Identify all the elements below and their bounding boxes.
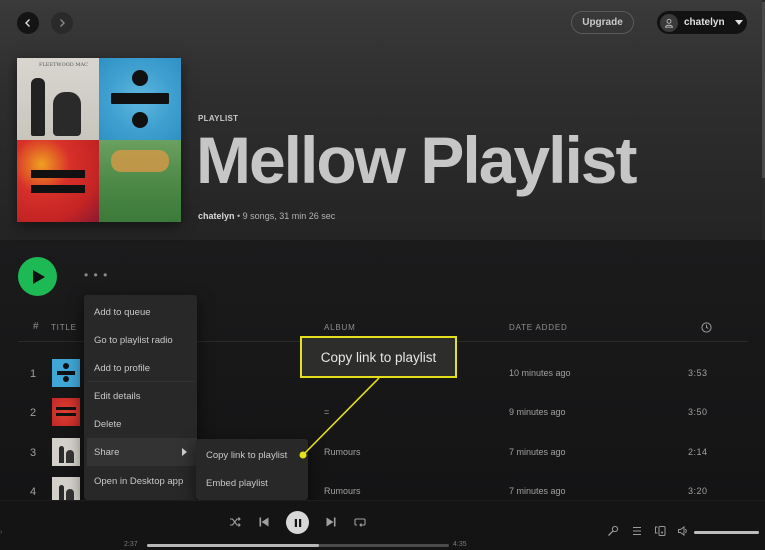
menu-item-delete[interactable]: Delete [84,410,197,438]
track-duration: 3:20 [688,486,708,496]
playlist-type-label: PLAYLIST [198,114,239,123]
back-button[interactable] [17,12,39,34]
menu-item-add-to-queue[interactable]: Add to queue [84,298,197,326]
now-playing-edge: › [0,529,3,536]
shuffle-icon [230,517,241,527]
track-date-added: 7 minutes ago [509,486,566,496]
track-album[interactable]: Rumours [324,447,361,457]
menu-item-open-in-desktop-app[interactable]: Open in Desktop app [84,467,197,495]
track-album-art [52,438,80,466]
playlist-meta: chatelyn • 9 songs, 31 min 26 sec [198,211,335,221]
track-number: 3 [30,447,37,459]
menu-item-go-to-playlist-radio[interactable]: Go to playlist radio [84,326,197,354]
caret-down-icon [734,20,743,25]
playlist-cover-art: FLEETWOOD MAC [17,58,181,222]
more-options-button[interactable]: • • • [84,268,108,282]
smiley-smile-title-art [111,150,169,172]
track-album[interactable]: Rumours [324,486,361,496]
track-album-art [52,398,80,426]
track-number: 4 [30,486,37,498]
cover-figure [31,78,45,136]
upgrade-button[interactable]: Upgrade [571,11,634,34]
shuffle-button[interactable] [228,515,242,529]
playlist-owner-link[interactable]: chatelyn [198,211,235,221]
cover-figure [53,92,81,136]
cover-tile-equals [17,140,99,222]
player-bar [0,500,765,550]
queue-button[interactable] [631,525,643,537]
queue-icon [633,526,641,536]
column-header-number: # [33,321,40,332]
column-header-date-added[interactable]: DATE ADDED [509,323,568,332]
playlist-summary: 9 songs, 31 min 26 sec [242,211,336,221]
equals-bar [31,170,85,178]
repeat-button[interactable] [353,515,367,529]
divide-bar [111,93,169,104]
pause-icon [294,518,301,527]
track-duration: 2:14 [688,447,708,457]
spotify-app-window: Upgrade chatelyn FLEETWOOD MAC PLAYLIST [0,0,765,550]
user-menu-button[interactable]: chatelyn [657,11,747,34]
divide-dot [132,70,148,86]
meta-separator: • [234,211,243,221]
column-header-album[interactable]: ALBUM [324,323,356,332]
lyrics-button[interactable] [607,525,619,537]
menu-item-share-label: Share [94,446,120,458]
track-album[interactable]: = [324,407,329,417]
play-button[interactable] [18,257,57,296]
total-time: 4:35 [453,541,467,548]
track-duration: 3:53 [688,368,708,378]
cover-tile-divide [99,58,181,140]
user-name: chatelyn [684,17,725,28]
menu-item-edit-details[interactable]: Edit details [84,382,197,410]
elapsed-time: 2:37 [124,541,138,548]
lyrics-microphone-icon [608,525,619,536]
play-icon [33,269,45,284]
submenu-arrow-icon [182,448,187,456]
volume-button[interactable] [677,525,689,537]
column-header-title[interactable]: TITLE [51,323,77,332]
menu-item-copy-link-to-playlist[interactable]: Copy link to playlist [196,441,308,469]
playlist-context-menu: Add to queue Go to playlist radio Add to… [84,295,197,500]
equals-bar [31,185,85,193]
forward-button[interactable] [51,12,73,34]
cover-tile-smiley-smile [99,140,181,222]
previous-icon [259,517,269,527]
next-icon [326,517,336,527]
track-date-added: 7 minutes ago [509,447,566,457]
volume-slider-fill [694,531,759,534]
devices-button[interactable] [654,525,666,537]
playback-progress-fill [147,544,320,547]
menu-item-share[interactable]: Share [87,438,197,466]
page-title: Mellow Playlist [196,123,637,197]
share-submenu: Copy link to playlist Embed playlist [196,439,308,500]
avatar [660,13,678,32]
track-date-added: 9 minutes ago [509,407,566,417]
menu-item-add-to-profile[interactable]: Add to profile [84,354,197,382]
track-number: 2 [30,407,37,419]
divide-dot [132,112,148,128]
cover-tile-rumours: FLEETWOOD MAC [17,58,99,140]
clock-icon[interactable] [701,322,712,333]
repeat-icon [354,518,366,527]
volume-icon [678,526,687,536]
callout-label: Copy link to playlist [300,336,457,378]
chevron-left-icon [25,19,30,27]
pause-button[interactable] [286,511,309,534]
next-button[interactable] [324,515,338,529]
track-number: 1 [30,368,37,380]
devices-icon [655,526,666,536]
rumours-logo: FLEETWOOD MAC [39,62,88,68]
user-icon [664,18,674,28]
previous-button[interactable] [257,515,271,529]
track-date-added: 10 minutes ago [509,368,571,378]
track-album-art [52,359,80,387]
chevron-right-icon [60,19,65,27]
track-duration: 3:50 [688,407,708,417]
menu-item-embed-playlist[interactable]: Embed playlist [196,469,308,497]
